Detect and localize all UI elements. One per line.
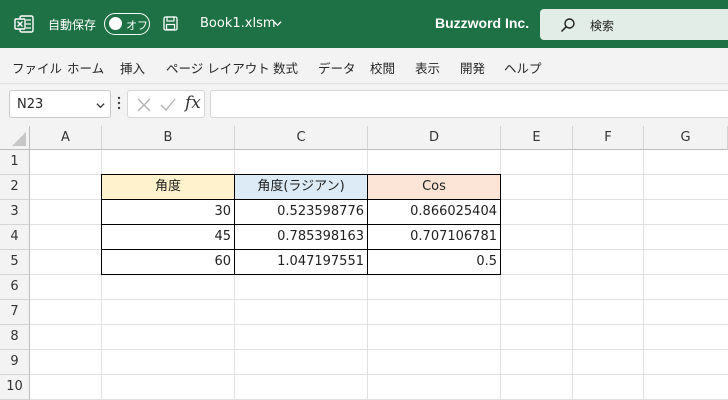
gridline xyxy=(572,150,573,400)
column-header-f[interactable]: F xyxy=(573,126,644,150)
title-bar: 自動保存 オフ Book1.xlsm Buzzword Inc. 検索 xyxy=(0,0,728,48)
checkmark-icon[interactable] xyxy=(160,98,176,112)
column-header-g[interactable]: G xyxy=(644,126,728,150)
excel-app-icon xyxy=(14,15,34,33)
menu-data[interactable]: データ xyxy=(318,58,356,77)
row-header-9[interactable]: 9 xyxy=(0,350,30,375)
row-header-2[interactable]: 2 xyxy=(0,175,30,200)
row-header-4[interactable]: 4 xyxy=(0,225,30,250)
row-header-8[interactable]: 8 xyxy=(0,325,30,350)
search-placeholder: 検索 xyxy=(590,19,615,33)
autosave-toggle[interactable]: オフ xyxy=(104,13,150,35)
select-all-triangle xyxy=(12,132,26,146)
search-box[interactable]: 検索 xyxy=(540,9,728,40)
menu-formulas[interactable]: 数式 xyxy=(273,58,298,77)
menu-file[interactable]: ファイル xyxy=(12,58,62,77)
cell-c3[interactable]: 0.523598776 xyxy=(234,199,368,225)
worksheet-grid[interactable]: A B C D E F G 1 2 3 4 5 6 7 8 9 10 角度 角度… xyxy=(0,126,728,400)
cell-b3[interactable]: 30 xyxy=(101,199,235,225)
cell-b4[interactable]: 45 xyxy=(101,224,235,250)
cell-c2-header[interactable]: 角度(ラジアン) xyxy=(234,174,368,200)
column-header-d[interactable]: D xyxy=(368,126,501,150)
cell-d4[interactable]: 0.707106781 xyxy=(367,224,501,250)
menu-review[interactable]: 校閲 xyxy=(370,58,395,77)
column-header-a[interactable]: A xyxy=(30,126,102,150)
select-all-button[interactable] xyxy=(0,126,30,150)
row-header-7[interactable]: 7 xyxy=(0,300,30,325)
formula-bar: N23 fx xyxy=(0,84,728,126)
company-name: Buzzword Inc. xyxy=(435,15,530,31)
formula-buttons: fx xyxy=(127,90,205,118)
menu-help[interactable]: ヘルプ xyxy=(504,58,542,77)
menu-insert[interactable]: 挿入 xyxy=(120,58,145,77)
row-header-6[interactable]: 6 xyxy=(0,275,30,300)
chevron-down-icon[interactable] xyxy=(273,19,282,28)
column-header-e[interactable]: E xyxy=(501,126,573,150)
chevron-down-icon[interactable] xyxy=(96,101,105,110)
name-box-value: N23 xyxy=(17,97,44,112)
cell-d3[interactable]: 0.866025404 xyxy=(367,199,501,225)
name-box[interactable]: N23 xyxy=(9,90,111,118)
menu-view[interactable]: 表示 xyxy=(415,58,440,77)
menu-home[interactable]: ホーム xyxy=(67,58,104,77)
menu-developer[interactable]: 開発 xyxy=(460,58,485,77)
more-options-icon[interactable] xyxy=(117,95,121,111)
gridline xyxy=(30,374,728,375)
ribbon-menu: ファイル ホーム 挿入 ページ レイアウト 数式 データ 校閲 表示 開発 ヘル… xyxy=(0,48,728,84)
cell-d2-header[interactable]: Cos xyxy=(367,174,501,200)
cell-b2-header[interactable]: 角度 xyxy=(101,174,235,200)
formula-input[interactable] xyxy=(210,90,728,118)
gridline xyxy=(30,324,728,325)
cell-d5[interactable]: 0.5 xyxy=(367,249,501,275)
cancel-icon[interactable] xyxy=(137,98,151,112)
gridline xyxy=(30,299,728,300)
gridline xyxy=(30,349,728,350)
save-icon[interactable] xyxy=(163,16,178,31)
search-icon xyxy=(560,18,575,33)
gridline xyxy=(643,150,644,400)
autosave-state: オフ xyxy=(126,19,148,32)
file-name[interactable]: Book1.xlsm xyxy=(200,16,276,31)
row-header-5[interactable]: 5 xyxy=(0,250,30,275)
column-header-b[interactable]: B xyxy=(102,126,235,150)
toggle-knob xyxy=(109,17,122,30)
insert-function-icon[interactable]: fx xyxy=(185,93,201,113)
row-header-1[interactable]: 1 xyxy=(0,150,30,175)
column-header-c[interactable]: C xyxy=(235,126,368,150)
menu-page-layout[interactable]: ページ レイアウト xyxy=(166,58,270,77)
cell-c4[interactable]: 0.785398163 xyxy=(234,224,368,250)
cell-c5[interactable]: 1.047197551 xyxy=(234,249,368,275)
cell-b5[interactable]: 60 xyxy=(101,249,235,275)
row-header-3[interactable]: 3 xyxy=(0,200,30,225)
row-header-10[interactable]: 10 xyxy=(0,375,30,400)
autosave-label: 自動保存 xyxy=(48,18,97,32)
